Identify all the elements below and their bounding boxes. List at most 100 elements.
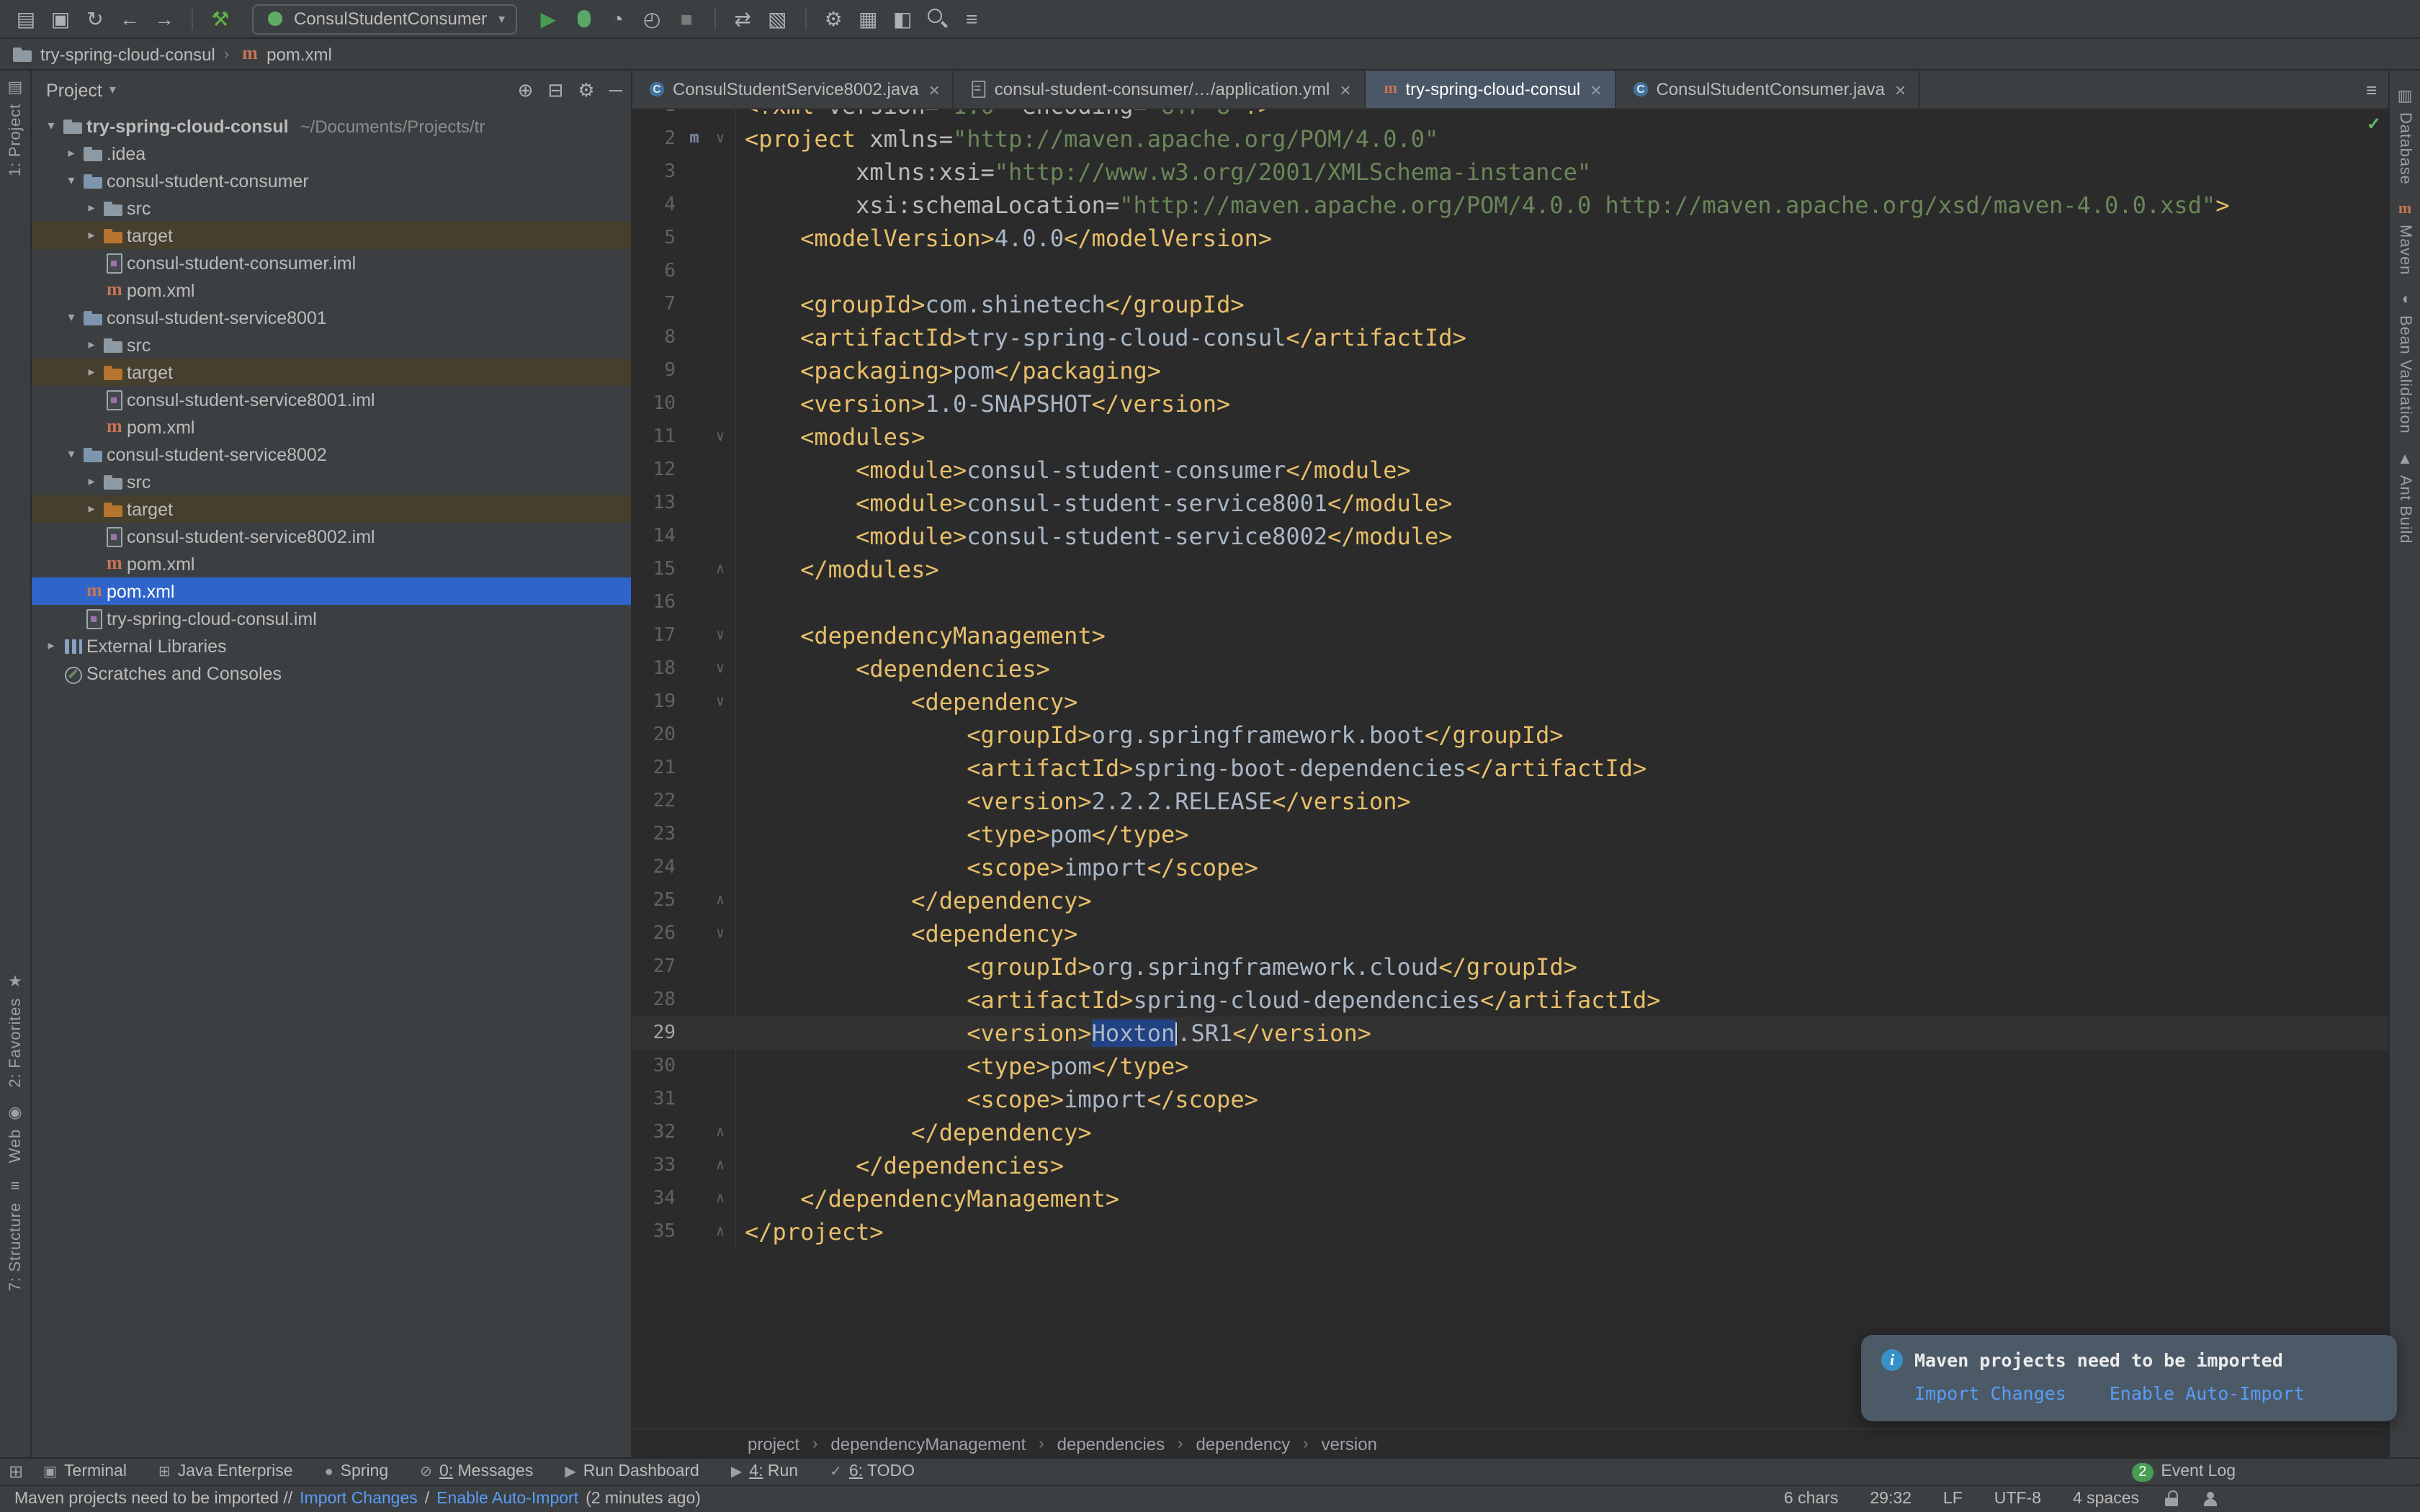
synchronize-button[interactable]: ↻ [78,3,112,35]
tool-window-button-spring[interactable]: ●Spring [325,1463,389,1480]
close-icon[interactable]: × [1340,80,1350,99]
code-line[interactable]: 26∨ <dependency> [632,917,2388,950]
close-icon[interactable]: × [929,80,940,99]
code-line[interactable]: 24 <scope>import</scope> [632,851,2388,884]
tool-stripe-maven[interactable]: mMaven [2394,192,2416,283]
forward-button[interactable]: → [147,3,182,35]
status-line-separator[interactable]: LF [1943,1490,1963,1508]
chevron-right-icon[interactable]: ▸ [81,337,102,353]
tool-window-button-java-enterprise[interactable]: ⊞Java Enterprise [158,1463,293,1480]
tool-stripe-structure[interactable]: ≡7: Structure [4,1170,26,1299]
search-everywhere-button[interactable] [920,3,954,35]
tree-item[interactable]: ▸target [32,222,631,249]
editor-tab[interactable]: try-spring-cloud-consul× [1366,71,1616,108]
fold-start-icon[interactable]: ∨ [707,917,733,950]
tool-window-button-run-dashboard[interactable]: ▶Run Dashboard [565,1463,699,1480]
code-line[interactable]: 17∨ <dependencyManagement> [632,619,2388,652]
tool-window-button-todo[interactable]: ✓6: TODO [830,1463,915,1480]
fold-start-icon[interactable]: ∨ [707,685,733,719]
nav-crumb[interactable]: pom.xml [238,42,332,66]
chevron-right-icon[interactable]: ▸ [81,228,102,243]
save-all-button[interactable]: ▣ [43,3,78,35]
tree-item[interactable]: ▾consul-student-service8002 [32,441,631,468]
code-line[interactable]: 25∧ </dependency> [632,884,2388,917]
code-line[interactable]: 3 xmlns:xsi="http://www.w3.org/2001/XMLS… [632,156,2388,189]
tool-stripe-bean-validation[interactable]: ◖Bean Validation [2394,283,2416,442]
project-structure-button[interactable]: ▦ [851,3,885,35]
chevron-right-icon[interactable]: ▸ [60,145,82,161]
tree-item[interactable]: ▾consul-student-service8001 [32,304,631,331]
chevron-down-icon[interactable]: ▾ [60,310,82,325]
close-icon[interactable]: × [1895,80,1906,99]
nav-crumb[interactable]: try-spring-cloud-consul [12,42,215,66]
hector-inspections-icon[interactable] [2202,1492,2218,1506]
hide-panel-button[interactable]: ─ [609,79,622,101]
tree-item[interactable]: pom.xml [32,577,631,605]
code-line[interactable]: 1<?xml version="1.0" encoding="UTF-8"?> [632,109,2388,122]
code-line[interactable]: 7 <groupId>com.shinetech</groupId> [632,288,2388,321]
fold-end-icon[interactable]: ∧ [707,1215,733,1248]
code-line[interactable]: 20 <groupId>org.springframework.boot</gr… [632,719,2388,752]
breadcrumb-item[interactable]: dependencyManagement [830,1434,1026,1454]
tree-item[interactable]: consul-student-service8002.iml [32,523,631,550]
tab-list-icon[interactable]: ≡ [2366,78,2377,100]
chevron-down-icon[interactable]: ▾ [40,118,62,134]
fold-start-icon[interactable]: ∨ [707,420,733,454]
code-line[interactable]: 35∧</project> [632,1215,2388,1248]
open-button[interactable]: ▤ [9,3,43,35]
editor-tab[interactable]: ConsulStudentConsumer.java× [1615,71,1920,108]
locate-file-button[interactable]: ⊕ [518,78,534,102]
breadcrumb-item[interactable]: dependencies [1057,1434,1165,1454]
tree-item[interactable]: ▾try-spring-cloud-consul~/Documents/Proj… [32,112,631,140]
code-line[interactable]: 29 <version>Hoxton.SR1</version> [632,1017,2388,1050]
breadcrumb-item[interactable]: dependency [1196,1434,1290,1454]
import-changes-link[interactable]: Import Changes [1914,1382,2066,1404]
chevron-right-icon[interactable]: ▸ [81,200,102,216]
editor-layout-button[interactable]: ◧ [885,3,920,35]
tree-item[interactable]: ▾consul-student-consumer [32,167,631,194]
tool-stripe-web[interactable]: ◉Web [4,1095,26,1169]
code-line[interactable]: 2m∨<project xmlns="http://maven.apache.o… [632,122,2388,156]
profiler-button[interactable]: ◴ [635,3,669,35]
lock-icon[interactable] [2165,1493,2179,1506]
collapse-all-button[interactable]: ⊟ [547,78,563,102]
code-line[interactable]: 32∧ </dependency> [632,1116,2388,1149]
project-view-selector[interactable]: Project ▾ [46,80,116,100]
tool-stripe-favorites[interactable]: ★2: Favorites [4,966,26,1096]
breadcrumb-item[interactable]: version [1322,1434,1377,1454]
code-line[interactable]: 6 [632,255,2388,288]
code-line[interactable]: 9 <packaging>pom</packaging> [632,354,2388,387]
code-line[interactable]: 31 <scope>import</scope> [632,1083,2388,1116]
chevron-down-icon[interactable]: ▾ [60,173,82,189]
stop-button[interactable]: ■ [669,3,704,35]
status-encoding[interactable]: UTF-8 [1994,1490,2041,1508]
status-link[interactable]: Import Changes [300,1490,418,1508]
code-line[interactable]: 16 [632,586,2388,619]
debug-button[interactable] [565,3,600,35]
tree-item[interactable]: ▸target [32,495,631,523]
code-line[interactable]: 33∧ </dependencies> [632,1149,2388,1182]
code-line[interactable]: 19∨ <dependency> [632,685,2388,719]
status-caret-position[interactable]: 29:32 [1870,1490,1912,1508]
code-line[interactable]: 12 <module>consul-student-consumer</modu… [632,454,2388,487]
maven-gutter-icon[interactable]: m [681,122,707,156]
code-line[interactable]: 15∧ </modules> [632,553,2388,586]
code-line[interactable]: 14 <module>consul-student-service8002</m… [632,520,2388,553]
status-selection-info[interactable]: 6 chars [1784,1490,1838,1508]
chevron-right-icon[interactable]: ▸ [81,501,102,517]
chevron-down-icon[interactable]: ▾ [60,446,82,462]
status-indent-style[interactable]: 4 spaces [2073,1490,2139,1508]
status-link[interactable]: Enable Auto-Import [436,1490,578,1508]
tree-item[interactable]: ▸External Libraries [32,632,631,660]
tree-item[interactable]: consul-student-service8001.iml [32,386,631,413]
settings-gear-icon[interactable]: ⚙ [578,78,594,102]
fold-start-icon[interactable]: ∨ [707,619,733,652]
attach-debugger-button[interactable]: ⇄ [725,3,760,35]
tree-item[interactable]: ▸.idea [32,140,631,167]
code-line[interactable]: 8 <artifactId>try-spring-cloud-consul</a… [632,321,2388,354]
code-line[interactable]: 11∨ <modules> [632,420,2388,454]
tree-item[interactable]: Scratches and Consoles [32,660,631,687]
code-line[interactable]: 21 <artifactId>spring-boot-dependencies<… [632,752,2388,785]
code-line[interactable]: 28 <artifactId>spring-cloud-dependencies… [632,984,2388,1017]
editor-tab[interactable]: consul-student-consumer/…/application.ym… [954,71,1366,108]
